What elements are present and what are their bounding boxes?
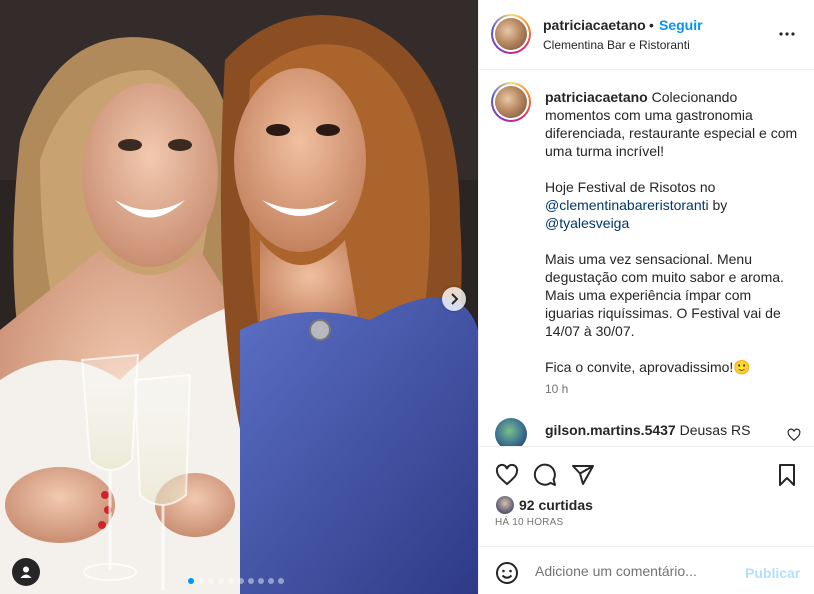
carousel-dot [268, 578, 274, 584]
emoji-icon [496, 562, 518, 584]
commenter-avatar[interactable] [495, 418, 527, 446]
share-icon [572, 465, 594, 485]
commenter-username[interactable]: gilson.martins.5437 [545, 422, 676, 438]
comment-composer: Publicar [479, 546, 814, 594]
emoji-button[interactable] [495, 561, 519, 585]
publish-button[interactable]: Publicar [745, 565, 800, 581]
location-link[interactable]: Clementina Bar e Ristoranti [543, 38, 690, 52]
heart-icon [495, 463, 519, 486]
caption-line-3: Mais uma vez sensacional. Menu degustaçã… [545, 251, 784, 339]
liker-avatar[interactable] [495, 495, 515, 515]
like-button[interactable] [495, 463, 519, 487]
share-button[interactable] [571, 463, 595, 487]
caption-line-4: Fica o convite, aprovadissimo! [545, 359, 734, 375]
mention-link[interactable]: @tyalesveiga [545, 215, 629, 231]
caption-timestamp[interactable]: 10 h [545, 382, 568, 396]
carousel-dot [248, 578, 254, 584]
post-details-panel: patriciacaetano • Seguir Clementina Bar … [478, 0, 814, 594]
likes-count[interactable]: 92 curtidas [519, 497, 593, 513]
save-button[interactable] [775, 463, 799, 487]
carousel-dot [188, 578, 194, 584]
bookmark-icon [779, 464, 795, 486]
caption-line-2: Hoje Festival de Risotos no [545, 179, 716, 195]
carousel-dot [218, 578, 224, 584]
comment-input[interactable] [535, 560, 735, 582]
next-slide-button[interactable] [442, 287, 466, 311]
smile-emoji: 🙂 [733, 359, 751, 375]
post-time[interactable]: HÁ 10 HORAS [495, 517, 563, 528]
carousel-dot [198, 578, 204, 584]
comment: gilson.martins.5437 Deusas RS [545, 422, 750, 438]
more-options-icon [779, 32, 795, 36]
author-username[interactable]: patriciacaetano [543, 17, 646, 33]
comment-icon [533, 463, 556, 486]
chevron-right-icon [451, 293, 459, 305]
user-tag-button[interactable] [12, 558, 40, 586]
more-options-button[interactable] [775, 22, 799, 46]
comments-area: patriciacaetano Colecionando momentos co… [479, 70, 814, 446]
carousel-dot [228, 578, 234, 584]
user-tag-icon [20, 566, 32, 578]
post-photo[interactable] [0, 0, 478, 594]
carousel-dot [238, 578, 244, 584]
caption: patriciacaetano Colecionando momentos co… [545, 88, 799, 376]
caption-username[interactable]: patriciacaetano [545, 89, 648, 105]
mention-link[interactable]: @clementinabareristoranti [545, 197, 709, 213]
carousel-dot [258, 578, 264, 584]
carousel-dots [188, 578, 284, 584]
caption-by: by [712, 197, 728, 213]
carousel-dot [278, 578, 284, 584]
comment-button[interactable] [533, 463, 557, 487]
avatar[interactable] [491, 14, 531, 54]
follow-button[interactable]: Seguir [659, 17, 703, 33]
carousel-dot [208, 578, 214, 584]
comment-text: Deusas RS [679, 422, 751, 438]
separator-dot: • [649, 17, 654, 33]
caption-avatar[interactable] [491, 82, 531, 122]
post-header: patriciacaetano • Seguir Clementina Bar … [479, 0, 814, 70]
post-actions: 92 curtidas HÁ 10 HORAS [479, 446, 814, 546]
photo-image [0, 0, 478, 594]
comment-like-icon[interactable] [787, 428, 801, 442]
